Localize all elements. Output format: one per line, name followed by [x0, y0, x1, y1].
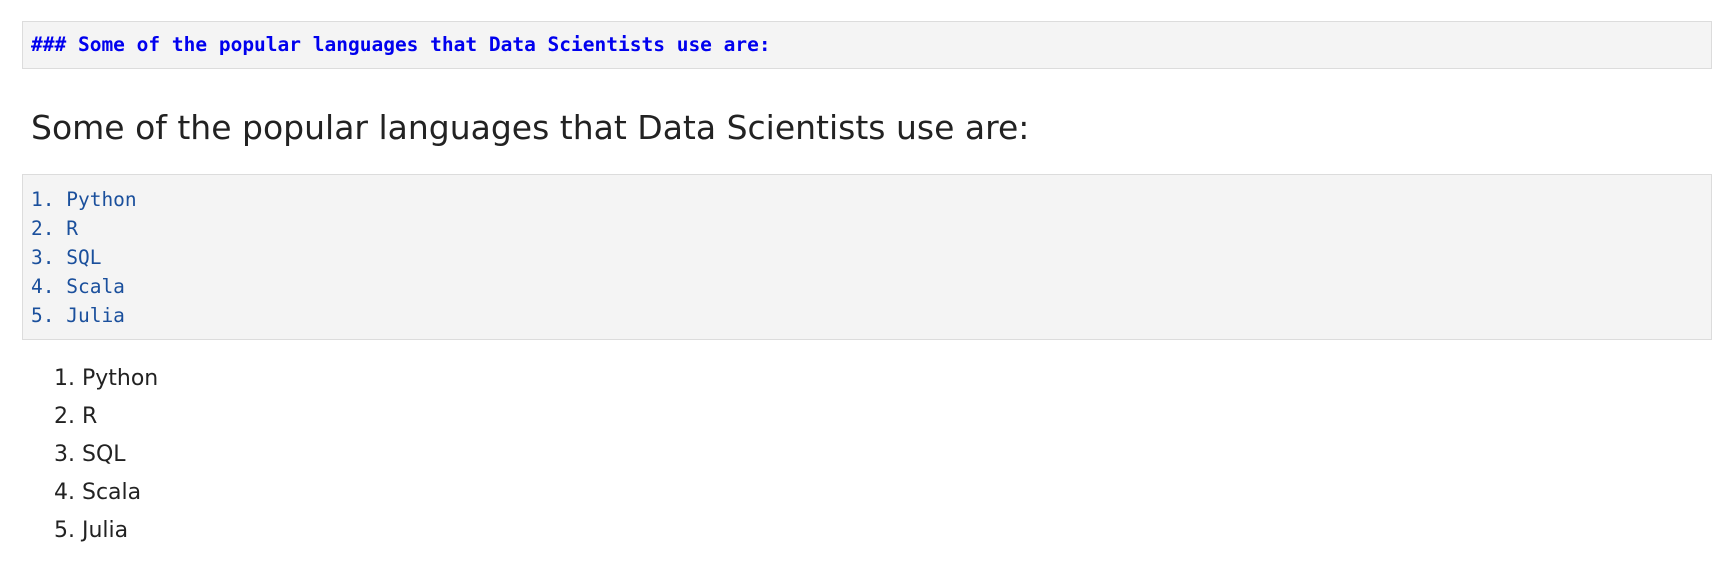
- markdown-heading-source-cell[interactable]: ### Some of the popular languages that D…: [22, 21, 1712, 69]
- list-source-line: 1. Python: [31, 188, 137, 211]
- rendered-list-item: 1. Python: [54, 366, 159, 391]
- notebook-page: ### Some of the popular languages that D…: [0, 0, 1734, 565]
- rendered-list-item: 5. Julia: [54, 518, 129, 543]
- rendered-language-list: 1. Python 2. R 3. SQL 4. Scala 5. Julia: [54, 360, 158, 550]
- rendered-list-item: 3. SQL: [54, 442, 126, 467]
- heading-source-text: ### Some of the popular languages that D…: [31, 33, 771, 56]
- list-source-line: 2. R: [31, 217, 78, 240]
- rendered-list-item: 2. R: [54, 404, 98, 429]
- markdown-list-source-cell[interactable]: 1. Python 2. R 3. SQL 4. Scala 5. Julia: [22, 174, 1712, 340]
- list-source-line: 5. Julia: [31, 304, 125, 327]
- list-source-line: 4. Scala: [31, 275, 125, 298]
- list-source-lines: 1. Python 2. R 3. SQL 4. Scala 5. Julia: [31, 185, 137, 330]
- rendered-list-item: 4. Scala: [54, 480, 142, 505]
- list-source-line: 3. SQL: [31, 246, 102, 269]
- rendered-heading: Some of the popular languages that Data …: [31, 108, 1030, 147]
